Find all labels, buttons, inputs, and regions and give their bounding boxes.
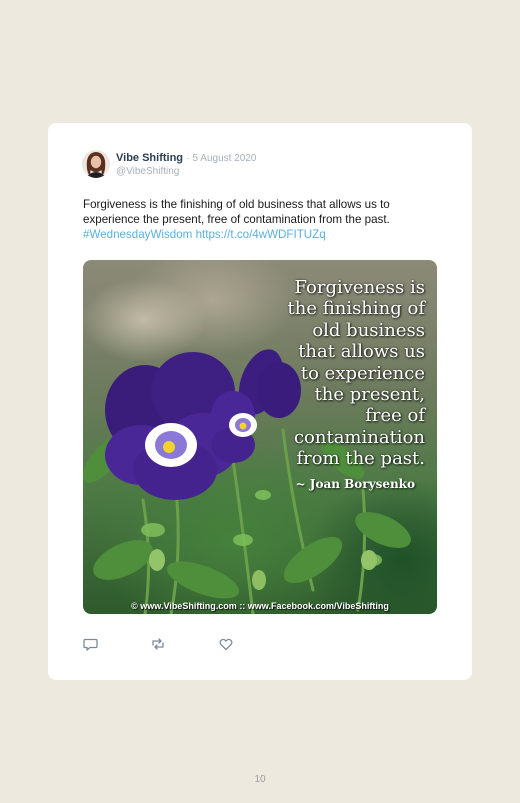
image-quote: Forgiveness is the finishing of old busi…	[225, 277, 425, 470]
page-number: 10	[254, 774, 266, 785]
avatar[interactable]	[82, 150, 110, 178]
separator: ·	[186, 153, 190, 164]
quote-line: to experience	[300, 362, 425, 384]
reply-icon[interactable]	[83, 636, 99, 652]
quote-line: from the past.	[296, 448, 425, 470]
tweet-image[interactable]: Forgiveness is the finishing of old busi…	[83, 260, 437, 614]
quote-line: the present,	[314, 384, 425, 406]
quote-line: contamination	[293, 426, 425, 448]
tweet-body: Forgiveness is the finishing of old busi…	[83, 198, 390, 226]
quote-line: old business	[312, 319, 425, 341]
tweet-date[interactable]: 5 August 2020	[193, 153, 257, 164]
author-row: Vibe Shifting · 5 August 2020	[116, 152, 256, 165]
tweet-card: Vibe Shifting · 5 August 2020 @VibeShift…	[48, 123, 472, 680]
hashtag-link[interactable]: #WednesdayWisdom	[83, 228, 192, 241]
quote-attribution: ~ Joan Borysenko	[295, 477, 415, 491]
retweet-icon[interactable]	[150, 636, 166, 652]
heart-icon[interactable]	[218, 636, 234, 652]
image-credit: © www.VibeShifting.com :: www.Facebook.c…	[131, 601, 389, 611]
quote-line: free of	[365, 405, 425, 427]
quote-line: that allows us	[298, 341, 425, 363]
author-handle[interactable]: @VibeShifting	[116, 166, 179, 177]
url-link[interactable]: https://t.co/4wWDFITUZq	[196, 228, 326, 241]
author-name[interactable]: Vibe Shifting	[116, 152, 183, 164]
tweet-text: Forgiveness is the finishing of old busi…	[83, 197, 443, 242]
quote-line: the finishing of	[287, 298, 425, 320]
quote-line: Forgiveness is	[294, 277, 425, 298]
